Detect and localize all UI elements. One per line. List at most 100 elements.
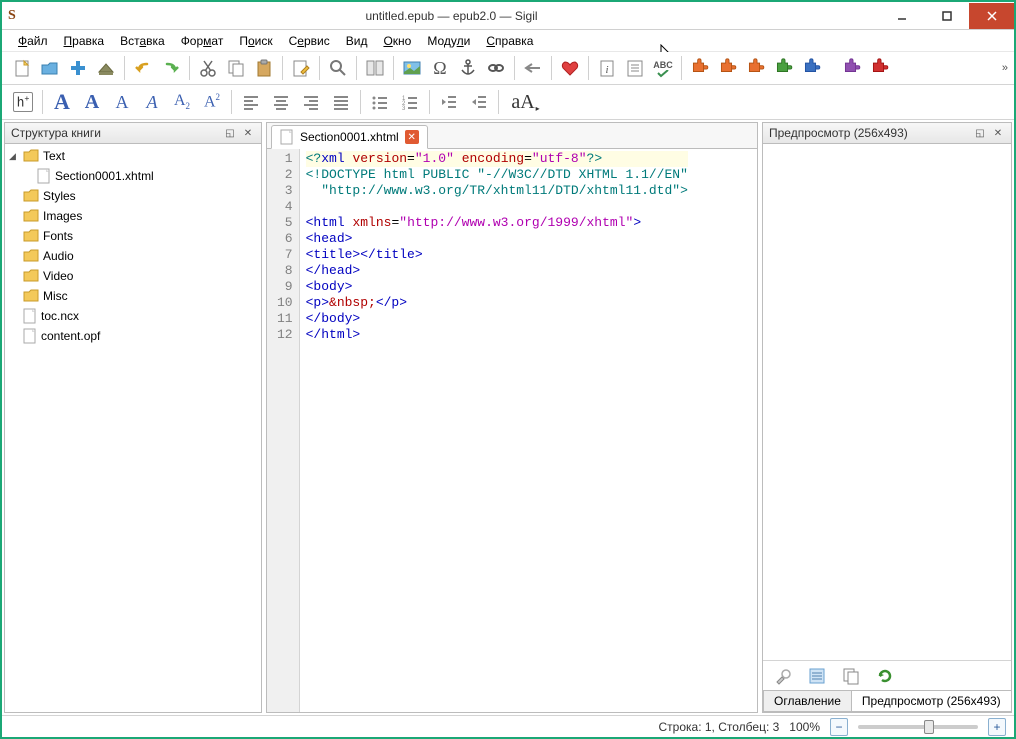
close-button[interactable] bbox=[969, 3, 1014, 29]
toolbar-overflow[interactable]: » bbox=[1002, 62, 1008, 74]
editor-tab[interactable]: Section0001.xhtml ✕ bbox=[271, 125, 428, 149]
tree-folder-text[interactable]: ◢ Text bbox=[5, 146, 261, 166]
paste-button[interactable] bbox=[250, 54, 278, 82]
zoom-out-button[interactable]: − bbox=[830, 718, 848, 736]
metadata-button[interactable]: i bbox=[593, 54, 621, 82]
preview-close-button[interactable]: ✕ bbox=[991, 126, 1005, 140]
menu-format[interactable]: Формат bbox=[173, 32, 232, 50]
sidebar-float-button[interactable]: ◱ bbox=[223, 126, 237, 140]
expand-icon[interactable]: ◢ bbox=[9, 151, 19, 162]
tree-folder-images[interactable]: Images bbox=[5, 206, 261, 226]
tree-folder-styles[interactable]: Styles bbox=[5, 186, 261, 206]
edit-button[interactable] bbox=[287, 54, 315, 82]
plugin-6[interactable] bbox=[838, 54, 866, 82]
refresh-button[interactable] bbox=[871, 662, 899, 690]
zoom-button[interactable] bbox=[324, 54, 352, 82]
menu-search[interactable]: Поиск bbox=[231, 32, 280, 50]
preview-tab-strip: Оглавление Предпросмотр (256x493) bbox=[763, 690, 1011, 712]
tab-close-button[interactable]: ✕ bbox=[405, 130, 419, 144]
code-editor[interactable]: 123456789101112 <?xml version="1.0" enco… bbox=[267, 149, 757, 712]
title-bar: S untitled.epub — epub2.0 — Sigil bbox=[2, 2, 1014, 30]
align-center-button[interactable] bbox=[266, 87, 296, 117]
preview-viewport[interactable] bbox=[763, 144, 1011, 660]
tree-folder-misc[interactable]: Misc bbox=[5, 286, 261, 306]
tree-folder-audio[interactable]: Audio bbox=[5, 246, 261, 266]
toc-button[interactable] bbox=[621, 54, 649, 82]
h4-button[interactable]: A bbox=[137, 87, 167, 117]
back-button[interactable] bbox=[519, 54, 547, 82]
save-button[interactable] bbox=[92, 54, 120, 82]
heading-select[interactable]: h+ bbox=[8, 87, 38, 117]
plugin-4[interactable] bbox=[770, 54, 798, 82]
menu-plugins[interactable]: Модули bbox=[419, 32, 478, 50]
svg-text:i: i bbox=[605, 64, 608, 76]
h3-button[interactable]: A bbox=[107, 87, 137, 117]
tab-preview[interactable]: Предпросмотр (256x493) bbox=[851, 691, 1012, 712]
preview-panel: Предпросмотр (256x493) ◱ ✕ Оглавление Пр… bbox=[762, 122, 1012, 713]
tree-folder-fonts[interactable]: Fonts bbox=[5, 226, 261, 246]
plugin-5[interactable] bbox=[798, 54, 826, 82]
split-button[interactable] bbox=[361, 54, 389, 82]
anchor-button[interactable] bbox=[454, 54, 482, 82]
select-button[interactable] bbox=[803, 662, 831, 690]
file-tree[interactable]: ◢ Text Section0001.xhtml Styles Images F… bbox=[5, 144, 261, 712]
cut-button[interactable] bbox=[194, 54, 222, 82]
copy-button[interactable] bbox=[222, 54, 250, 82]
copy-preview-button[interactable] bbox=[837, 662, 865, 690]
tab-toc[interactable]: Оглавление bbox=[763, 691, 852, 712]
menu-window[interactable]: Окно bbox=[375, 32, 419, 50]
menu-view[interactable]: Вид bbox=[338, 32, 376, 50]
plugin-1[interactable] bbox=[686, 54, 714, 82]
minimize-button[interactable] bbox=[879, 3, 924, 29]
open-button[interactable] bbox=[36, 54, 64, 82]
folder-icon bbox=[23, 229, 39, 243]
zoom-thumb[interactable] bbox=[924, 720, 934, 734]
svg-text:1: 1 bbox=[402, 96, 406, 102]
new-button[interactable] bbox=[8, 54, 36, 82]
undo-button[interactable] bbox=[129, 54, 157, 82]
align-left-button[interactable] bbox=[236, 87, 266, 117]
h6-button[interactable]: A2 bbox=[197, 87, 227, 117]
case-button[interactable]: aA▸ bbox=[503, 87, 547, 117]
zoom-slider[interactable] bbox=[858, 725, 978, 729]
menu-tools[interactable]: Сервис bbox=[281, 32, 338, 50]
menu-help[interactable]: Справка bbox=[478, 32, 541, 50]
folder-icon bbox=[23, 269, 39, 283]
align-right-button[interactable] bbox=[296, 87, 326, 117]
spellcheck-button[interactable]: ABC bbox=[649, 54, 677, 82]
favorite-button[interactable] bbox=[556, 54, 584, 82]
inspect-button[interactable] bbox=[769, 662, 797, 690]
tree-file-tocncx[interactable]: toc.ncx bbox=[5, 306, 261, 326]
link-button[interactable] bbox=[482, 54, 510, 82]
plugin-3[interactable] bbox=[742, 54, 770, 82]
indent-more-button[interactable] bbox=[464, 87, 494, 117]
h2-button[interactable]: A bbox=[77, 87, 107, 117]
preview-float-button[interactable]: ◱ bbox=[973, 126, 987, 140]
special-char-button[interactable]: Ω bbox=[426, 54, 454, 82]
tree-file-section[interactable]: Section0001.xhtml bbox=[5, 166, 261, 186]
tree-label: Text bbox=[43, 149, 65, 163]
list-bullet-button[interactable] bbox=[365, 87, 395, 117]
plugin-2[interactable] bbox=[714, 54, 742, 82]
indent-less-button[interactable] bbox=[434, 87, 464, 117]
image-button[interactable] bbox=[398, 54, 426, 82]
h1-button[interactable]: A bbox=[47, 87, 77, 117]
redo-button[interactable] bbox=[157, 54, 185, 82]
tree-file-contentopf[interactable]: content.opf bbox=[5, 326, 261, 346]
menu-edit[interactable]: Правка bbox=[56, 32, 113, 50]
menu-insert[interactable]: Вставка bbox=[112, 32, 173, 50]
tree-folder-video[interactable]: Video bbox=[5, 266, 261, 286]
code-content[interactable]: <?xml version="1.0" encoding="utf-8"?> <… bbox=[300, 149, 694, 712]
menu-file[interactable]: Файл bbox=[10, 32, 56, 50]
file-icon bbox=[23, 328, 37, 344]
maximize-button[interactable] bbox=[924, 3, 969, 29]
tree-label: Video bbox=[43, 269, 73, 283]
tree-label: Images bbox=[43, 209, 82, 223]
plugin-7[interactable] bbox=[866, 54, 894, 82]
add-button[interactable] bbox=[64, 54, 92, 82]
sidebar-close-button[interactable]: ✕ bbox=[241, 126, 255, 140]
zoom-in-button[interactable]: + bbox=[988, 718, 1006, 736]
align-justify-button[interactable] bbox=[326, 87, 356, 117]
list-number-button[interactable]: 123 bbox=[395, 87, 425, 117]
h5-button[interactable]: A2 bbox=[167, 87, 197, 117]
